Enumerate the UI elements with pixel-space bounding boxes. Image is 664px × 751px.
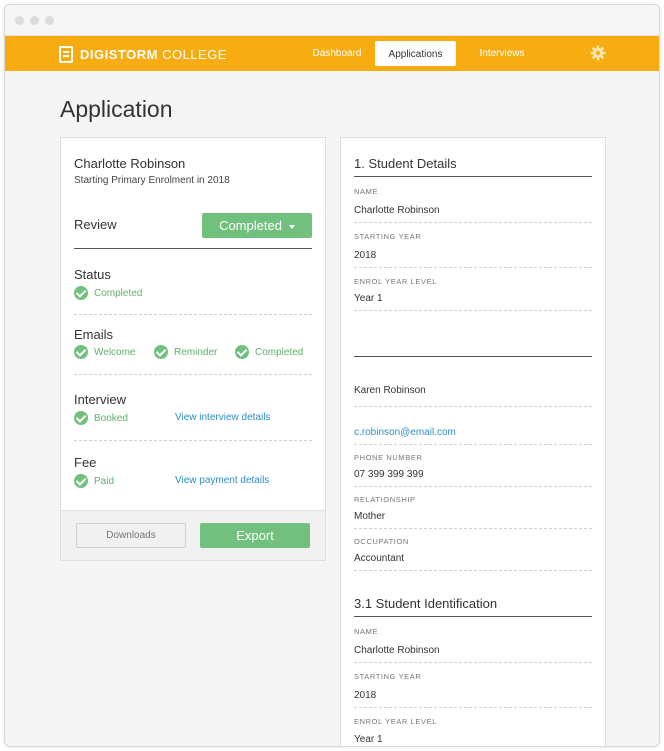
page-title: Application [60, 96, 173, 122]
review-status-value: Completed [219, 218, 282, 233]
review-status-dropdown[interactable]: Completed [202, 213, 312, 238]
gear-icon[interactable] [590, 45, 606, 61]
divider [354, 222, 592, 223]
emails-title: Emails [74, 327, 114, 342]
review-label: Review [74, 217, 117, 232]
divider [354, 570, 592, 571]
view-payment-details-link[interactable]: View payment details [175, 475, 269, 486]
contact-email-link[interactable]: c.robinson@email.com [354, 427, 456, 438]
field-value: 2018 [354, 690, 377, 701]
application-details-card: 1. Student Details NAME Charlotte Robins… [340, 137, 606, 746]
applicant-subtitle: Starting Primary Enrolment in 2018 [74, 175, 230, 186]
divider [74, 440, 312, 441]
divider [74, 314, 312, 315]
minimize-window-button[interactable] [30, 16, 39, 25]
email-completed: Completed [235, 345, 303, 359]
export-button[interactable]: Export [200, 523, 310, 548]
contact-name: Karen Robinson [354, 385, 426, 396]
interview-status: Booked [74, 411, 128, 425]
review-divider [74, 248, 312, 249]
section-divider [354, 356, 592, 357]
nav-item-interviews[interactable]: Interviews [469, 36, 535, 71]
fee-status: Paid [74, 474, 114, 488]
divider [354, 310, 592, 311]
field-value: 07 399 399 399 [354, 469, 424, 480]
check-circle-icon [235, 345, 249, 359]
check-circle-icon [74, 474, 88, 488]
nav-item-applications[interactable]: Applications [375, 41, 456, 66]
field-label: RELATIONSHIP [354, 495, 416, 504]
check-circle-icon [74, 345, 88, 359]
application-summary-card: Charlotte Robinson Starting Primary Enro… [60, 137, 326, 561]
college-logo-icon [59, 45, 73, 63]
close-window-button[interactable] [15, 16, 24, 25]
status-title: Status [74, 267, 111, 282]
brand-name: DIGISTORM COLLEGE [80, 46, 227, 62]
email-reminder: Reminder [154, 345, 217, 359]
section-divider [354, 616, 592, 617]
field-value: Year 1 [354, 734, 383, 745]
fee-title: Fee [74, 455, 97, 470]
field-value: Mother [354, 511, 386, 522]
field-value: Charlotte Robinson [354, 205, 440, 216]
chevron-down-icon [288, 224, 295, 229]
field-label: STARTING YEAR [354, 232, 422, 241]
divider [354, 406, 592, 407]
downloads-button[interactable]: Downloads [76, 523, 186, 548]
status-completed: Completed [74, 286, 142, 300]
brand-logo[interactable]: DIGISTORM COLLEGE [59, 44, 227, 64]
nav-item-dashboard[interactable]: Dashboard [304, 36, 370, 71]
field-value: Year 1 [354, 293, 383, 304]
interview-title: Interview [74, 392, 127, 407]
section-divider [354, 176, 592, 177]
check-circle-icon [154, 345, 168, 359]
section-title-student-details: 1. Student Details [354, 156, 457, 171]
field-label: OCCUPATION [354, 537, 409, 546]
applicant-name: Charlotte Robinson [74, 156, 186, 171]
divider [354, 444, 592, 445]
field-label: NAME [354, 627, 379, 636]
zoom-window-button[interactable] [45, 16, 54, 25]
window-titlebar [5, 5, 659, 36]
top-navbar: DIGISTORM COLLEGE Dashboard Applications… [5, 36, 659, 71]
field-value: Charlotte Robinson [354, 645, 440, 656]
email-welcome: Welcome [74, 345, 136, 359]
divider [74, 374, 312, 375]
browser-window: DIGISTORM COLLEGE Dashboard Applications… [4, 4, 660, 747]
card-actions: Downloads Export [61, 510, 325, 560]
field-label: ENROL YEAR LEVEL [354, 277, 437, 286]
field-label: STARTING YEAR [354, 672, 422, 681]
check-circle-icon [74, 286, 88, 300]
divider [354, 267, 592, 268]
field-value: Accountant [354, 553, 405, 564]
field-label: PHONE NUMBER [354, 453, 423, 462]
divider [354, 707, 592, 708]
divider [354, 662, 592, 663]
field-label: NAME [354, 187, 379, 196]
divider [354, 528, 592, 529]
field-value: 2018 [354, 250, 377, 261]
field-label: ENROL YEAR LEVEL [354, 717, 437, 726]
view-interview-details-link[interactable]: View interview details [175, 412, 270, 423]
divider [354, 486, 592, 487]
check-circle-icon [74, 411, 88, 425]
section-title-student-identification: 3.1 Student Identification [354, 596, 498, 611]
